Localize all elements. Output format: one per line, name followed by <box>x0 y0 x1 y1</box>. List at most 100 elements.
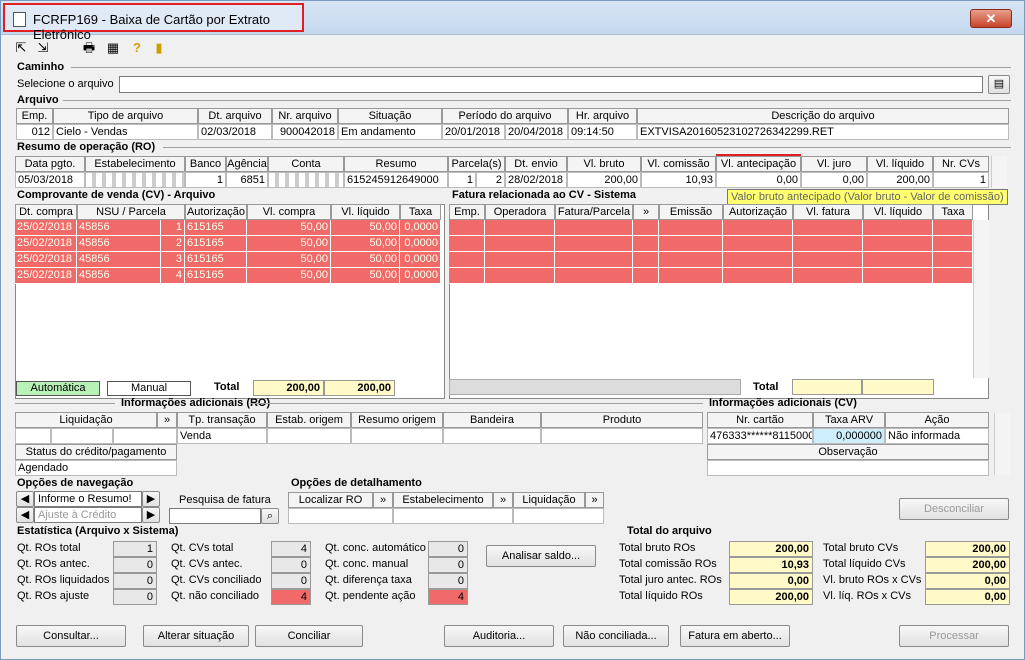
cv-cell[interactable]: 3 <box>161 252 185 268</box>
arquivo-cell[interactable]: 012 <box>16 124 53 140</box>
cv-cell[interactable]: 25/02/2018 <box>15 236 77 252</box>
ro-cell[interactable]: 6851 <box>226 172 268 188</box>
detalhe-item[interactable]: Estabelecimento <box>393 492 493 508</box>
cv-cell[interactable]: 50,00 <box>331 236 400 252</box>
nav-next-icon[interactable]: ▶ <box>142 491 160 507</box>
expand-icon[interactable]: » <box>373 492 393 508</box>
fatura-cell[interactable] <box>723 236 793 252</box>
info-ro-cell[interactable] <box>51 428 113 444</box>
nav-prev-icon[interactable]: ◀ <box>16 491 34 507</box>
fatura-cell[interactable] <box>723 220 793 236</box>
arquivo-cell[interactable]: Cielo - Vendas <box>53 124 198 140</box>
fatura-cell[interactable] <box>793 268 863 284</box>
search-icon[interactable]: ⌕ <box>261 508 279 524</box>
print-icon[interactable]: 🖶 <box>81 40 97 56</box>
help-icon[interactable]: ? <box>129 40 145 56</box>
close-button[interactable]: ✕ <box>970 9 1012 28</box>
ajuste-select[interactable]: Ajuste à Crédito <box>34 507 142 523</box>
cv-cell[interactable]: 0,0000 <box>400 236 441 252</box>
fatura-cell[interactable] <box>863 220 933 236</box>
analisar-saldo-button[interactable]: Analisar saldo... <box>486 545 596 567</box>
ro-cell[interactable] <box>85 172 185 188</box>
info-ro-cell[interactable]: Venda <box>177 428 267 444</box>
arquivo-cell[interactable]: EXTVISA20160523102726342299.RET <box>637 124 1009 140</box>
info-cv-cell[interactable]: Não informada <box>885 428 989 444</box>
cv-cell[interactable]: 25/02/2018 <box>15 268 77 284</box>
cv-cell[interactable]: 50,00 <box>247 220 331 236</box>
fatura-cell[interactable] <box>485 236 555 252</box>
ro-cell[interactable]: 05/03/2018 <box>15 172 85 188</box>
processar-button[interactable]: Processar <box>899 625 1009 647</box>
fatura-cell[interactable] <box>633 236 659 252</box>
cv-cell[interactable]: 25/02/2018 <box>15 252 77 268</box>
fatura-hscroll[interactable] <box>449 379 741 395</box>
file-input[interactable] <box>119 76 983 93</box>
cv-cell[interactable]: 50,00 <box>331 268 400 284</box>
cv-cell[interactable]: 0,0000 <box>400 220 441 236</box>
arquivo-cell[interactable]: 900042018 <box>272 124 338 140</box>
fatura-cell[interactable] <box>723 268 793 284</box>
fatura-cell[interactable] <box>449 252 485 268</box>
fatura-cell[interactable] <box>555 236 633 252</box>
arquivo-cell[interactable]: 20/04/2018 <box>505 124 568 140</box>
ro-cell[interactable]: 200,00 <box>867 172 933 188</box>
detalhe-item[interactable]: Liquidação <box>513 492 585 508</box>
cv-cell[interactable]: 45856 <box>77 252 161 268</box>
fatura-cell[interactable] <box>723 252 793 268</box>
ro-cell[interactable] <box>268 172 344 188</box>
cv-cell[interactable]: 25/02/2018 <box>15 220 77 236</box>
status-value[interactable]: Agendado <box>15 460 177 476</box>
fatura-cell[interactable] <box>485 268 555 284</box>
info-ro-cell[interactable] <box>351 428 443 444</box>
fatura-cell[interactable] <box>933 268 973 284</box>
browse-icon[interactable]: ▤ <box>988 75 1010 94</box>
fatura-em-aberto-button[interactable]: Fatura em aberto... <box>680 625 790 647</box>
cv-cell[interactable]: 45856 <box>77 268 161 284</box>
cv-cell[interactable]: 45856 <box>77 236 161 252</box>
detalhe-value[interactable] <box>288 508 393 524</box>
fatura-cell[interactable] <box>933 236 973 252</box>
arquivo-cell[interactable]: 20/01/2018 <box>442 124 505 140</box>
fatura-cell[interactable] <box>793 220 863 236</box>
info-ro-cell[interactable] <box>541 428 703 444</box>
cv-cell[interactable]: 50,00 <box>331 220 400 236</box>
ro-cell[interactable]: 10,93 <box>641 172 716 188</box>
cv-cell[interactable]: 0,0000 <box>400 268 441 284</box>
auditoria-button[interactable]: Auditoria... <box>444 625 554 647</box>
fatura-cell[interactable] <box>449 268 485 284</box>
info-ro-cell[interactable] <box>267 428 351 444</box>
ro-cell[interactable]: 2 <box>476 172 505 188</box>
detalhe-value[interactable] <box>393 508 513 524</box>
arquivo-cell[interactable]: Em andamento <box>338 124 442 140</box>
fatura-cell[interactable] <box>449 236 485 252</box>
fatura-cell[interactable] <box>793 236 863 252</box>
exit-icon[interactable]: ▮ <box>151 40 167 56</box>
conciliar-button[interactable]: Conciliar <box>255 625 363 647</box>
cv-cell[interactable]: 1 <box>161 220 185 236</box>
cv-cell[interactable]: 2 <box>161 236 185 252</box>
info-cv-cell[interactable]: 476333******8115000 <box>707 428 813 444</box>
fatura-cell[interactable] <box>659 252 723 268</box>
fatura-cell[interactable] <box>633 268 659 284</box>
fatura-cell[interactable] <box>863 268 933 284</box>
ro-cell[interactable]: 1 <box>933 172 989 188</box>
fatura-cell[interactable] <box>863 236 933 252</box>
desconciliar-button[interactable]: Desconciliar <box>899 498 1009 520</box>
resumo-input[interactable]: Informe o Resumo! <box>34 491 142 507</box>
detalhe-value[interactable] <box>513 508 604 524</box>
fatura-cell[interactable] <box>555 220 633 236</box>
info-cv-cell[interactable]: 0,000000 <box>813 428 885 444</box>
ro-cell[interactable]: 1 <box>448 172 476 188</box>
first-icon[interactable]: ⇱ <box>13 40 29 56</box>
não-conciliada-button[interactable]: Não conciliada... <box>563 625 669 647</box>
fatura-cell[interactable] <box>485 220 555 236</box>
cv-cell[interactable]: 615165 <box>185 220 247 236</box>
fatura-cell[interactable] <box>485 252 555 268</box>
detalhe-item[interactable]: Localizar RO <box>288 492 373 508</box>
last-icon[interactable]: ⇲ <box>35 40 51 56</box>
cv-cell[interactable]: 50,00 <box>247 268 331 284</box>
arquivo-cell[interactable]: 09:14:50 <box>568 124 637 140</box>
fatura-cell[interactable] <box>933 252 973 268</box>
calendar-icon[interactable]: ▦ <box>105 40 121 56</box>
ro-cell[interactable]: 200,00 <box>567 172 641 188</box>
